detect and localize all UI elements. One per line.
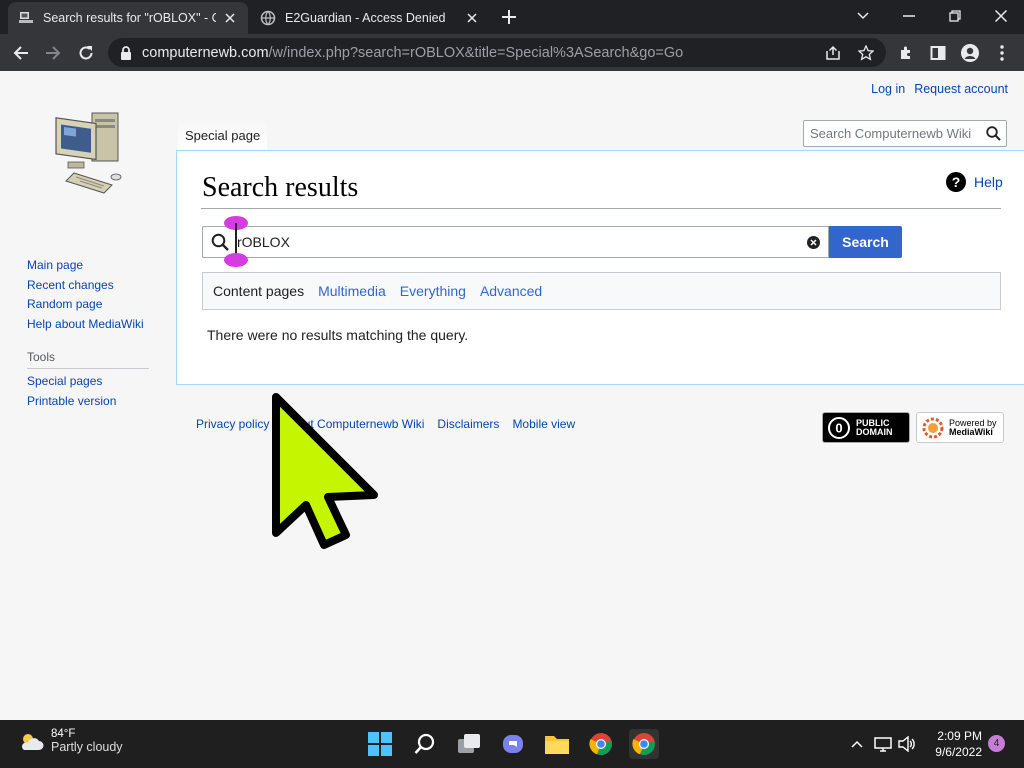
search-profile-tabs: Content pages Multimedia Everything Adva… [202, 272, 1001, 310]
tab-special-page[interactable]: Special page [178, 120, 268, 150]
bookmark-star-icon[interactable] [857, 44, 875, 62]
globe-icon [260, 10, 276, 26]
svg-text:0: 0 [835, 420, 842, 435]
badge-pd-line2: DOMAIN [856, 426, 893, 437]
system-clock[interactable]: 2:09 PM 9/6/2022 [930, 728, 982, 760]
clock-time: 2:09 PM [937, 729, 982, 743]
tools-heading: Tools [27, 350, 149, 369]
notification-badge[interactable]: 4 [988, 735, 1005, 752]
public-domain-badge[interactable]: 0 PUBLIC DOMAIN [822, 412, 910, 443]
new-tab-button[interactable] [498, 6, 520, 28]
footer-mobile-view-link[interactable]: Mobile view [512, 417, 575, 431]
partly-cloudy-icon [21, 734, 44, 750]
side-panel-icon[interactable] [925, 40, 951, 66]
footer-links: Privacy policy About Computernewb Wiki D… [196, 417, 575, 431]
public-domain-icon: 0 [828, 416, 850, 439]
help-label: Help [974, 174, 1003, 190]
sidebar: Main page Recent changes Random page Hel… [27, 256, 149, 411]
teams-chat-icon[interactable] [498, 729, 528, 759]
restore-button[interactable] [942, 4, 968, 28]
windows-taskbar: 84°F Partly cloudy 2:09 PM 9/6/2022 4 [0, 720, 1024, 768]
sidebar-item-recent-changes[interactable]: Recent changes [27, 276, 149, 296]
browser-tab-bar: Search results for "rOBLOX" - Cor E2Guar… [0, 0, 1024, 34]
clear-input-icon[interactable] [798, 235, 828, 249]
weather-widget[interactable]: 84°F Partly cloudy [18, 728, 123, 754]
page-title: Search results [202, 172, 359, 203]
profile-tab-content-pages[interactable]: Content pages [213, 283, 304, 299]
windows-start-icon[interactable] [365, 729, 395, 759]
login-link[interactable]: Log in [871, 82, 905, 96]
weather-condition: Partly cloudy [51, 740, 123, 754]
volume-icon[interactable] [892, 729, 922, 759]
search-icon[interactable] [980, 126, 1006, 141]
weather-temp: 84°F [51, 728, 76, 740]
heading-divider [201, 208, 1001, 209]
file-explorer-icon[interactable] [542, 729, 572, 759]
profile-tab-advanced[interactable]: Advanced [480, 283, 542, 299]
sidebar-item-random-page[interactable]: Random page [27, 295, 149, 315]
tab-search-results[interactable]: Search results for "rOBLOX" - Cor [8, 2, 248, 34]
sidebar-item-printable-version[interactable]: Printable version [27, 392, 149, 412]
search-icon[interactable] [410, 729, 440, 759]
personal-tools: Log in Request account [871, 82, 1008, 96]
chrome-icon[interactable] [586, 729, 616, 759]
lock-icon[interactable] [120, 45, 134, 60]
tab-title: Search results for "rOBLOX" - Cor [43, 11, 216, 25]
header-search-input[interactable]: Search Computernewb Wiki [803, 120, 1007, 147]
sidebar-item-special-pages[interactable]: Special pages [27, 372, 149, 392]
extensions-icon[interactable] [893, 40, 919, 66]
search-query-value: rOBLOX [237, 234, 290, 250]
close-window-button[interactable] [988, 4, 1014, 28]
back-button[interactable] [8, 40, 34, 66]
minimize-button[interactable] [896, 4, 922, 28]
wiki-favicon-icon [18, 10, 34, 26]
search-placeholder: Search Computernewb Wiki [810, 126, 972, 141]
profile-tab-multimedia[interactable]: Multimedia [318, 283, 386, 299]
task-view-icon[interactable] [454, 729, 484, 759]
wiki-logo[interactable] [50, 107, 126, 195]
powered-by-mediawiki-badge[interactable]: Powered by MediaWiki [916, 412, 1004, 443]
url-text: computernewb.com/w/index.php?search=rOBL… [142, 44, 684, 61]
sidebar-item-help[interactable]: Help about MediaWiki [27, 315, 149, 335]
mediawiki-flower-icon [922, 417, 944, 438]
wiki-page: Log in Request account Main page Recent … [0, 71, 1024, 720]
help-link[interactable]: ? Help [946, 172, 1003, 192]
chrome-active-icon[interactable] [629, 729, 659, 759]
share-icon[interactable] [824, 44, 842, 62]
request-account-link[interactable]: Request account [914, 82, 1008, 96]
reload-button[interactable] [73, 40, 99, 66]
badge-mw-line2: MediaWiki [949, 426, 993, 437]
address-bar[interactable]: computernewb.com/w/index.php?search=rOBL… [108, 38, 886, 67]
clock-date: 9/6/2022 [935, 745, 982, 759]
no-results-message: There were no results matching the query… [207, 327, 469, 343]
tab-search-chevron-down-icon[interactable] [850, 4, 876, 28]
browser-toolbar: computernewb.com/w/index.php?search=rOBL… [0, 34, 1024, 71]
footer-about-link[interactable]: About Computernewb Wiki [282, 417, 424, 431]
close-icon[interactable] [222, 10, 238, 26]
search-button[interactable]: Search [829, 226, 902, 258]
help-question-icon: ? [946, 172, 966, 192]
content-area: Search results ? Help rOBLOX Search Cont… [176, 150, 1024, 385]
tab-title: E2Guardian - Access Denied [285, 11, 446, 25]
profile-tab-everything[interactable]: Everything [400, 283, 466, 299]
footer-disclaimers-link[interactable]: Disclaimers [437, 417, 499, 431]
tab-e2guardian[interactable]: E2Guardian - Access Denied [250, 2, 490, 34]
text-selection-handles[interactable] [222, 216, 250, 268]
chrome-menu-icon[interactable] [989, 40, 1015, 66]
footer-privacy-link[interactable]: Privacy policy [196, 417, 269, 431]
profile-avatar-icon[interactable] [957, 40, 983, 66]
search-query-input[interactable]: rOBLOX [202, 226, 829, 258]
sidebar-item-main-page[interactable]: Main page [27, 256, 149, 276]
close-icon[interactable] [464, 10, 480, 26]
forward-button[interactable] [40, 40, 66, 66]
